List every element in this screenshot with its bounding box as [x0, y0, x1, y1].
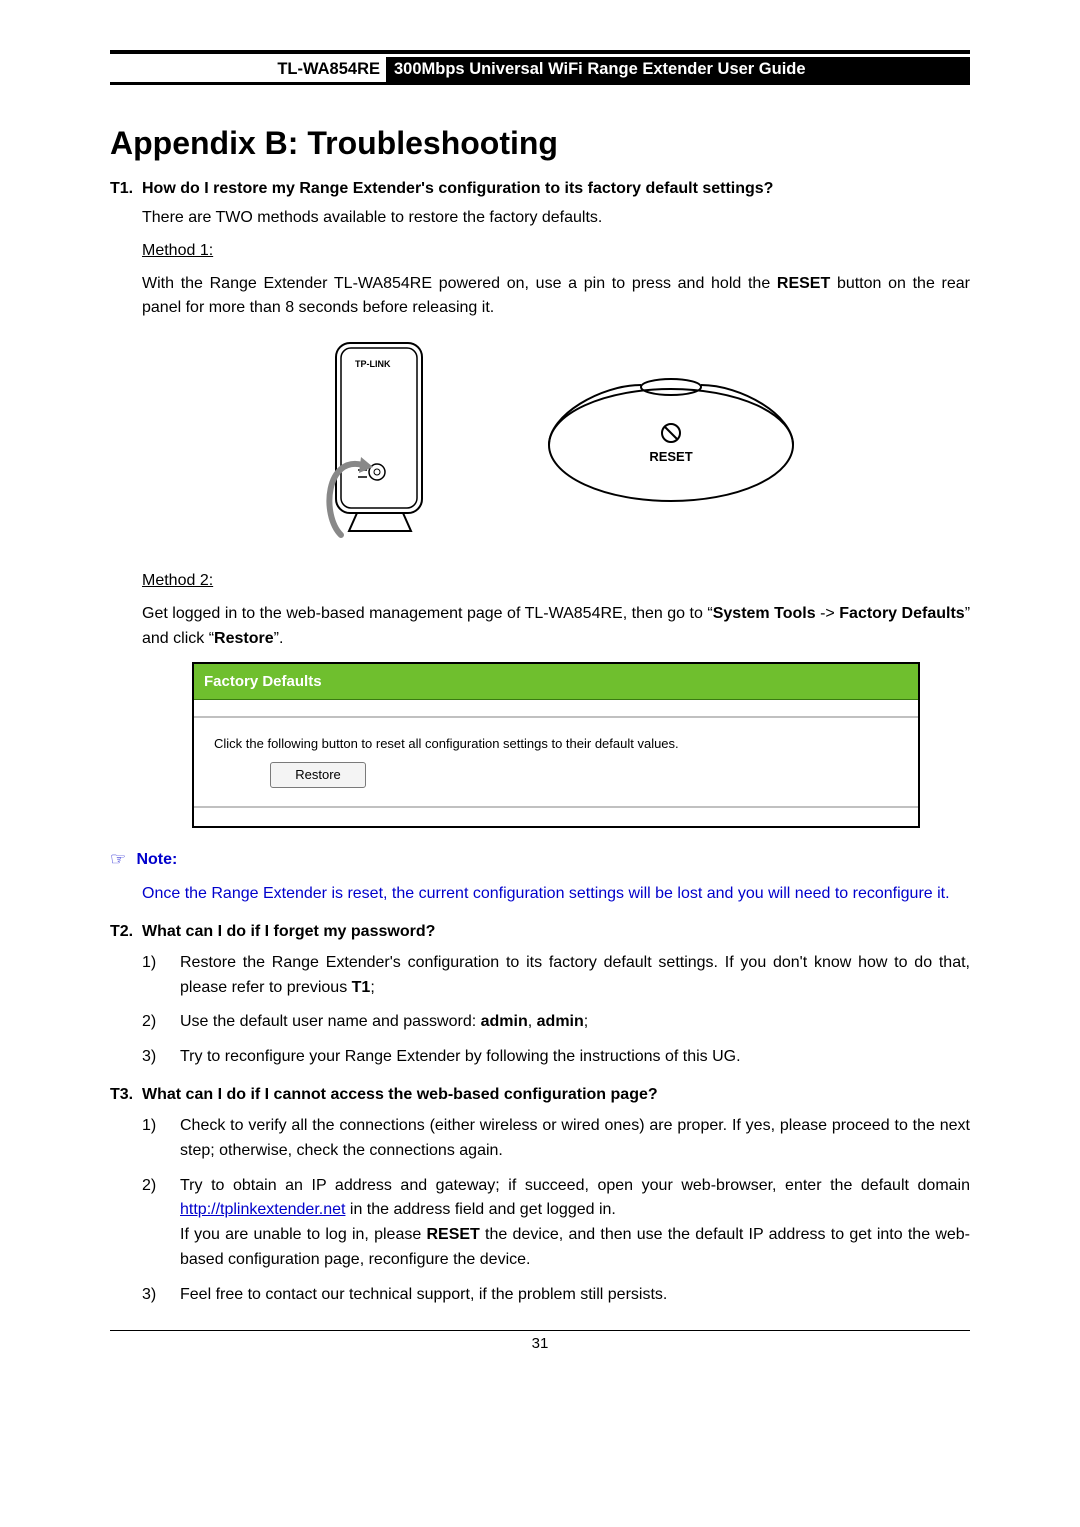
doc-header-model: TL-WA854RE: [110, 57, 386, 82]
t3-num: T3.: [110, 1086, 142, 1104]
restore-button[interactable]: Restore: [270, 762, 366, 788]
pointing-hand-icon: ☞: [110, 846, 132, 874]
method2-label: Method 2:: [142, 569, 970, 594]
footer-rule: [110, 1330, 970, 1331]
t3-question: What can I do if I cannot access the web…: [142, 1086, 970, 1104]
t2-num: T2.: [110, 923, 142, 941]
default-domain-link[interactable]: http://tplinkextender.net: [180, 1201, 345, 1218]
page-number: 31: [110, 1335, 970, 1352]
method1-label: Method 1:: [142, 239, 970, 264]
svg-text:RESET: RESET: [649, 449, 692, 464]
factory-defaults-desc: Click the following button to reset all …: [214, 734, 898, 754]
extender-device-icon: TP-LINK: [311, 335, 451, 555]
doc-header: TL-WA854RE 300Mbps Universal WiFi Range …: [110, 57, 970, 85]
list-item: 1) Restore the Range Extender's configur…: [142, 951, 970, 1001]
note-text: Once the Range Extender is reset, the cu…: [142, 882, 970, 907]
list-item: 3) Try to reconfigure your Range Extende…: [142, 1045, 970, 1070]
t2-list: 1) Restore the Range Extender's configur…: [142, 951, 970, 1070]
reset-oval-icon: RESET: [541, 375, 801, 515]
t1-row: T1. How do I restore my Range Extender's…: [110, 180, 970, 198]
note-label: Note:: [136, 851, 177, 868]
t2-question: What can I do if I forget my password?: [142, 923, 970, 941]
method2-text: Get logged in to the web-based managemen…: [142, 602, 970, 652]
t2-row: T2. What can I do if I forget my passwor…: [110, 923, 970, 941]
page-title: Appendix B: Troubleshooting: [110, 125, 970, 162]
list-item: 3) Feel free to contact our technical su…: [142, 1283, 970, 1308]
list-item: 2) Try to obtain an IP address and gatew…: [142, 1174, 970, 1273]
t1-num: T1.: [110, 180, 142, 198]
note-row: ☞ Note:: [110, 846, 970, 874]
t3-row: T3. What can I do if I cannot access the…: [110, 1086, 970, 1104]
factory-defaults-panel: Factory Defaults Click the following but…: [192, 662, 920, 829]
t1-question: How do I restore my Range Extender's con…: [142, 180, 970, 198]
list-item: 1) Check to verify all the connections (…: [142, 1114, 970, 1164]
t1-intro: There are TWO methods available to resto…: [142, 206, 970, 231]
svg-text:TP-LINK: TP-LINK: [355, 359, 391, 369]
doc-header-title: 300Mbps Universal WiFi Range Extender Us…: [386, 57, 970, 82]
factory-defaults-title: Factory Defaults: [194, 664, 918, 700]
device-figure: TP-LINK RESET: [142, 335, 970, 555]
method1-text: With the Range Extender TL-WA854RE power…: [142, 272, 970, 322]
t3-list: 1) Check to verify all the connections (…: [142, 1114, 970, 1308]
list-item: 2) Use the default user name and passwor…: [142, 1010, 970, 1035]
